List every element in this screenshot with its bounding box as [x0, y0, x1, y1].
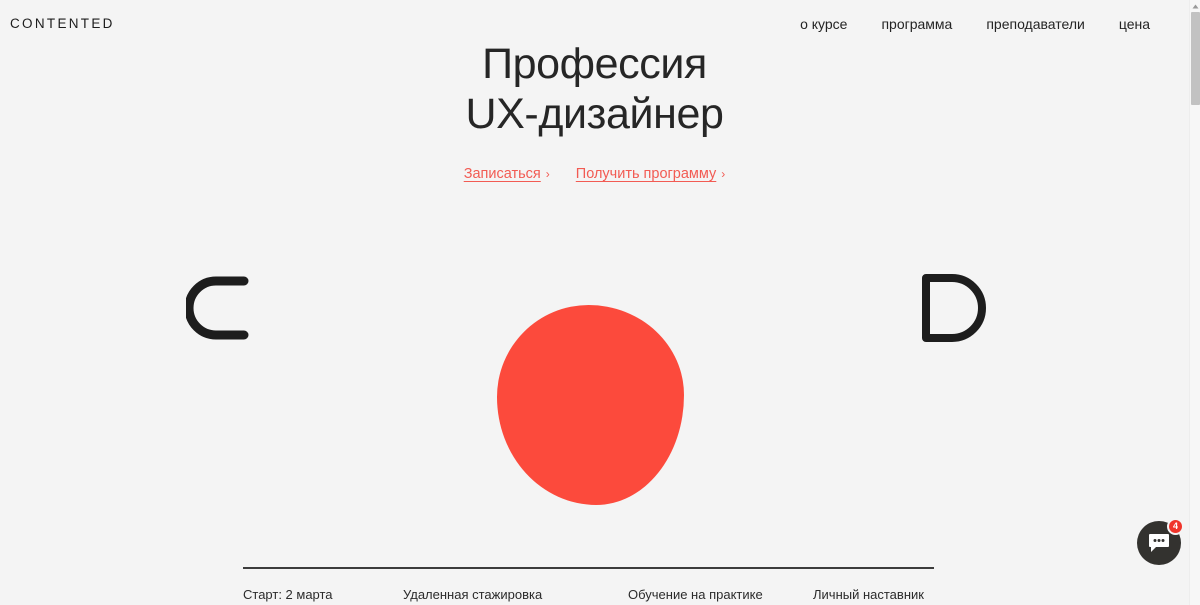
signup-link[interactable]: Записаться ›: [464, 166, 550, 182]
site-logo[interactable]: CONTENTED: [10, 17, 115, 31]
hero-actions: Записаться › Получить программу ›: [0, 166, 1189, 182]
nav-item-price[interactable]: цена: [1119, 17, 1150, 31]
feature-personal-mentor: Личный наставник: [813, 587, 924, 602]
chevron-right-icon: ›: [545, 166, 550, 181]
signup-link-label: Записаться: [463, 165, 541, 182]
red-blob-graphic: [497, 305, 684, 505]
divider: [243, 567, 934, 569]
feature-start-date: Старт: 2 марта: [243, 587, 333, 602]
main-navigation: о курсе программа преподаватели цена: [800, 17, 1150, 31]
features-row: Старт: 2 марта Удаленная стажировка Обуч…: [243, 587, 934, 603]
feature-remote-internship: Удаленная стажировка: [403, 587, 543, 602]
nav-item-program[interactable]: программа: [881, 17, 952, 31]
letter-c-graphic: [186, 272, 250, 344]
chat-bubble-icon: [1149, 534, 1169, 552]
chat-unread-badge: 4: [1167, 518, 1184, 535]
scrollbar-up-arrow-icon[interactable]: [1190, 1, 1200, 11]
chevron-right-icon: ›: [721, 166, 726, 181]
feature-practice-learning: Обучение на практике: [628, 587, 763, 602]
page-title: Профессия UX-дизайнер: [465, 40, 724, 138]
nav-item-teachers[interactable]: преподаватели: [986, 17, 1085, 31]
page-canvas: CONTENTED о курсе программа преподавател…: [0, 0, 1189, 605]
hero-section: Профессия UX-дизайнер Записаться › Получ…: [0, 40, 1189, 182]
get-program-link-label: Получить программу: [575, 165, 717, 182]
chat-widget[interactable]: 4: [1137, 518, 1184, 565]
scrollbar-thumb[interactable]: [1191, 12, 1200, 105]
features-strip: Старт: 2 марта Удаленная стажировка Обуч…: [243, 567, 934, 603]
letter-d-graphic: [918, 272, 986, 344]
scrollbar[interactable]: [1189, 0, 1200, 605]
nav-item-about-course[interactable]: о курсе: [800, 17, 847, 31]
get-program-link[interactable]: Получить программу ›: [576, 166, 726, 182]
